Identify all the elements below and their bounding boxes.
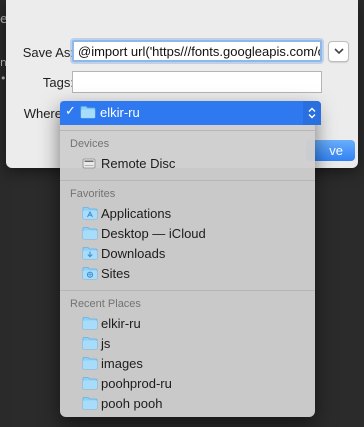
folder-icon (82, 357, 98, 370)
checkmark-icon: ✓ (65, 104, 76, 119)
menu-item-downloads[interactable]: Downloads (60, 243, 315, 263)
downloads-folder-icon (82, 247, 98, 260)
menu-item-label: pooh pooh (101, 396, 163, 411)
updown-arrows-icon (303, 101, 321, 125)
folder-icon (82, 377, 98, 390)
where-label: Where (23, 106, 62, 121)
menu-item-recent-elkir-ru[interactable]: elkir-ru (60, 313, 315, 333)
menu-item-label: Applications (101, 206, 172, 221)
menu-item-label: Remote Disc (101, 156, 176, 171)
menu-item-label: Sites (101, 266, 130, 281)
folder-icon (82, 397, 98, 410)
menu-divider (60, 130, 315, 131)
folder-icon (82, 317, 98, 330)
menu-item-desktop-icloud[interactable]: Desktop — iCloud (60, 223, 315, 243)
section-header-favorites: Favorites (70, 188, 116, 200)
tags-label: Tags: (42, 75, 74, 90)
desktop-folder-icon (82, 227, 98, 240)
menu-item-sites[interactable]: Sites (60, 263, 315, 283)
tags-input[interactable] (72, 71, 322, 93)
folder-icon (80, 106, 96, 119)
section-header-devices: Devices (70, 138, 110, 150)
chevron-down-icon (334, 48, 344, 55)
disc-drive-icon (82, 158, 96, 169)
menu-item-selected-location[interactable]: ✓ elkir-ru (60, 101, 321, 125)
menu-item-label: poohprod-ru (101, 376, 172, 391)
folder-icon (82, 337, 98, 350)
where-location-menu: ✓ elkir-ru Devices Remote Disc Favorites (60, 101, 321, 417)
menu-item-label: Desktop — iCloud (101, 226, 206, 241)
save-as-label: Save As: (22, 45, 74, 60)
expand-dialog-button[interactable] (328, 41, 349, 62)
menu-divider (60, 180, 315, 181)
menu-item-recent-js[interactable]: js (60, 333, 315, 353)
menu-item-label: js (101, 336, 111, 351)
menu-item-applications[interactable]: Applications (60, 203, 315, 223)
menu-item-label: images (101, 356, 143, 371)
menu-item-recent-poohprod-ru[interactable]: poohprod-ru (60, 373, 315, 393)
menu-item-label: Downloads (101, 246, 166, 261)
selected-location-label: elkir-ru (100, 105, 140, 120)
menu-divider (60, 290, 315, 291)
menu-item-recent-images[interactable]: images (60, 353, 315, 373)
save-as-input[interactable]: @import url('https///fonts.googleapis.co… (72, 40, 322, 62)
menu-item-remote-disc[interactable]: Remote Disc (60, 153, 315, 173)
menu-item-label: elkir-ru (101, 316, 141, 331)
sites-folder-icon (82, 267, 98, 280)
section-header-recent-places: Recent Places (70, 298, 141, 310)
applications-folder-icon (82, 207, 98, 220)
menu-item-recent-pooh-pooh[interactable]: pooh pooh (60, 393, 315, 413)
